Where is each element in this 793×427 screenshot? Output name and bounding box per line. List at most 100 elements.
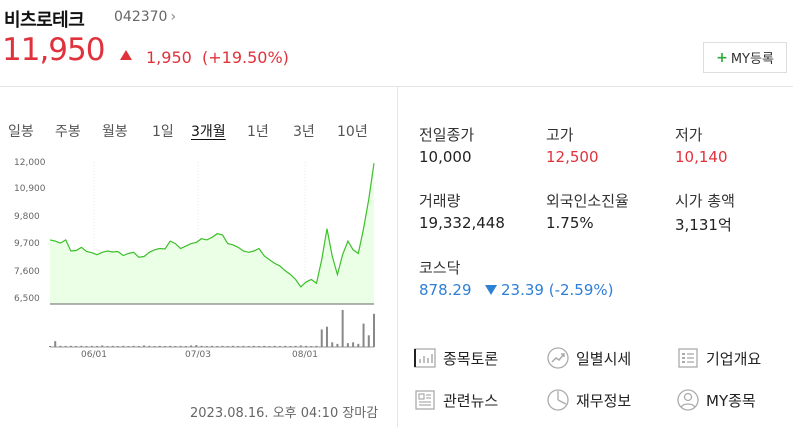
volume-bar xyxy=(190,345,193,347)
pie-clock-icon xyxy=(547,389,569,411)
volume-bar xyxy=(143,345,146,347)
volume-bar xyxy=(200,345,203,347)
stat-foreign-label: 외국인소진율 xyxy=(546,192,629,210)
index-label: 코스닥 xyxy=(419,259,461,277)
tab-daily[interactable]: 일봉 xyxy=(8,121,34,141)
tab-10year[interactable]: 10년 xyxy=(337,121,368,141)
link-company-overview[interactable]: 기업개요 xyxy=(676,345,761,371)
stock-name[interactable]: 비츠로테크 xyxy=(4,6,85,32)
volume-bar xyxy=(252,345,255,347)
volume-bar xyxy=(174,346,177,347)
link-related-news[interactable]: 관련뉴스 xyxy=(413,387,498,413)
volume-bar xyxy=(273,345,276,347)
volume-bar xyxy=(341,309,344,347)
tab-monthly[interactable]: 월봉 xyxy=(102,121,128,141)
price-change-rate: (+19.50%) xyxy=(202,48,289,67)
volume-bar xyxy=(122,345,125,347)
y-tick-label: 10,900 xyxy=(14,184,46,194)
volume-bar xyxy=(346,343,349,347)
volume-bar xyxy=(310,346,313,347)
volume-bar xyxy=(362,323,365,347)
volume-bar xyxy=(221,345,224,347)
link-discussion[interactable]: 종목토론 xyxy=(413,345,498,371)
volume-bar xyxy=(373,313,375,347)
price-area-fill xyxy=(50,163,374,304)
down-arrow-icon xyxy=(485,285,497,295)
stock-code: 042370 xyxy=(114,9,168,25)
volume-bar xyxy=(127,346,130,347)
volume-bar xyxy=(116,346,119,347)
tab-weekly[interactable]: 주봉 xyxy=(55,121,81,141)
volume-bar xyxy=(106,346,109,347)
y-tick-label: 7,600 xyxy=(14,267,40,277)
volume-bar xyxy=(49,346,51,347)
user-icon xyxy=(677,389,699,411)
volume-bar xyxy=(184,346,187,347)
index-change-rate: (-2.59%) xyxy=(548,281,614,299)
x-tick-label: 07/03 xyxy=(185,350,211,360)
stock-code-link[interactable]: 042370 › xyxy=(114,9,176,25)
volume-bar xyxy=(137,346,140,347)
stat-volume-label: 거래량 xyxy=(419,192,461,210)
volume-bar xyxy=(263,345,266,347)
volume-bar xyxy=(59,345,62,347)
volume-bar xyxy=(367,335,370,347)
stat-volume-value: 19,332,448 xyxy=(419,214,505,232)
volume-bar xyxy=(331,342,334,347)
volume-bar xyxy=(216,346,219,347)
volume-bar xyxy=(54,341,57,347)
stat-marketcap-label: 시가 총액 xyxy=(675,192,735,210)
y-tick-label: 12,000 xyxy=(14,158,46,168)
volume-bar xyxy=(268,346,271,347)
y-tick-label: 9,800 xyxy=(14,212,40,222)
price-chart[interactable]: 12,000 10,900 9,800 9,700 7,600 6,500 06/01 07/… xyxy=(0,150,397,360)
volume-bar xyxy=(284,345,287,347)
index-change: 23.39 xyxy=(501,281,544,299)
volume-bar xyxy=(336,343,339,347)
volume-bar xyxy=(247,346,250,347)
stat-foreign-value: 1.75% xyxy=(546,214,594,232)
volume-bar xyxy=(80,345,83,347)
link-daily-price[interactable]: 일별시세 xyxy=(546,345,631,371)
volume-bar xyxy=(357,343,360,347)
tab-3month[interactable]: 3개월 xyxy=(191,121,226,141)
tab-1year[interactable]: 1년 xyxy=(247,121,269,141)
x-tick-label: 06/01 xyxy=(81,350,107,360)
volume-bar xyxy=(195,345,198,347)
volume-bar xyxy=(153,346,156,347)
price-change: 1,950 xyxy=(146,48,192,67)
volume-bar xyxy=(148,345,151,347)
stat-marketcap-value: 3,131억 xyxy=(675,216,732,234)
volume-bar xyxy=(211,345,213,347)
my-register-label: MY등록 xyxy=(730,52,774,67)
link-my-stocks-label: MY종목 xyxy=(706,391,756,410)
volume-bar xyxy=(169,345,172,347)
volume-bar xyxy=(111,345,114,347)
volume-bar xyxy=(294,345,297,347)
volume-bar xyxy=(179,345,182,347)
volume-bar xyxy=(205,346,208,347)
stat-prev-close-value: 10,000 xyxy=(419,148,472,166)
tab-3year[interactable]: 3년 xyxy=(293,121,315,141)
plus-icon: + xyxy=(716,49,728,66)
volume-bar xyxy=(315,345,318,347)
stat-low-label: 저가 xyxy=(675,126,703,144)
link-financial-info[interactable]: 재무정보 xyxy=(546,387,631,413)
link-my-stocks[interactable]: MY종목 xyxy=(676,387,756,413)
volume-bar xyxy=(96,346,99,347)
y-tick-label: 9,700 xyxy=(14,239,40,249)
volume-bar xyxy=(237,346,240,347)
chart-period-tabs: 일봉 주봉 월봉 1일 3개월 1년 3년 10년 xyxy=(0,121,397,141)
volume-bar xyxy=(231,345,234,347)
tab-1day[interactable]: 1일 xyxy=(152,121,174,141)
company-doc-icon xyxy=(678,348,698,368)
volume-bar xyxy=(325,326,328,347)
index-value: 878.29 xyxy=(419,281,472,299)
my-register-button[interactable]: + MY등록 xyxy=(703,42,787,73)
link-related-news-label: 관련뉴스 xyxy=(443,391,499,410)
volume-bar xyxy=(299,345,302,347)
volume-bar xyxy=(69,345,72,347)
current-price: 11,950 xyxy=(2,32,105,68)
volume-bar xyxy=(163,346,166,347)
stat-high-value: 12,500 xyxy=(546,148,599,166)
